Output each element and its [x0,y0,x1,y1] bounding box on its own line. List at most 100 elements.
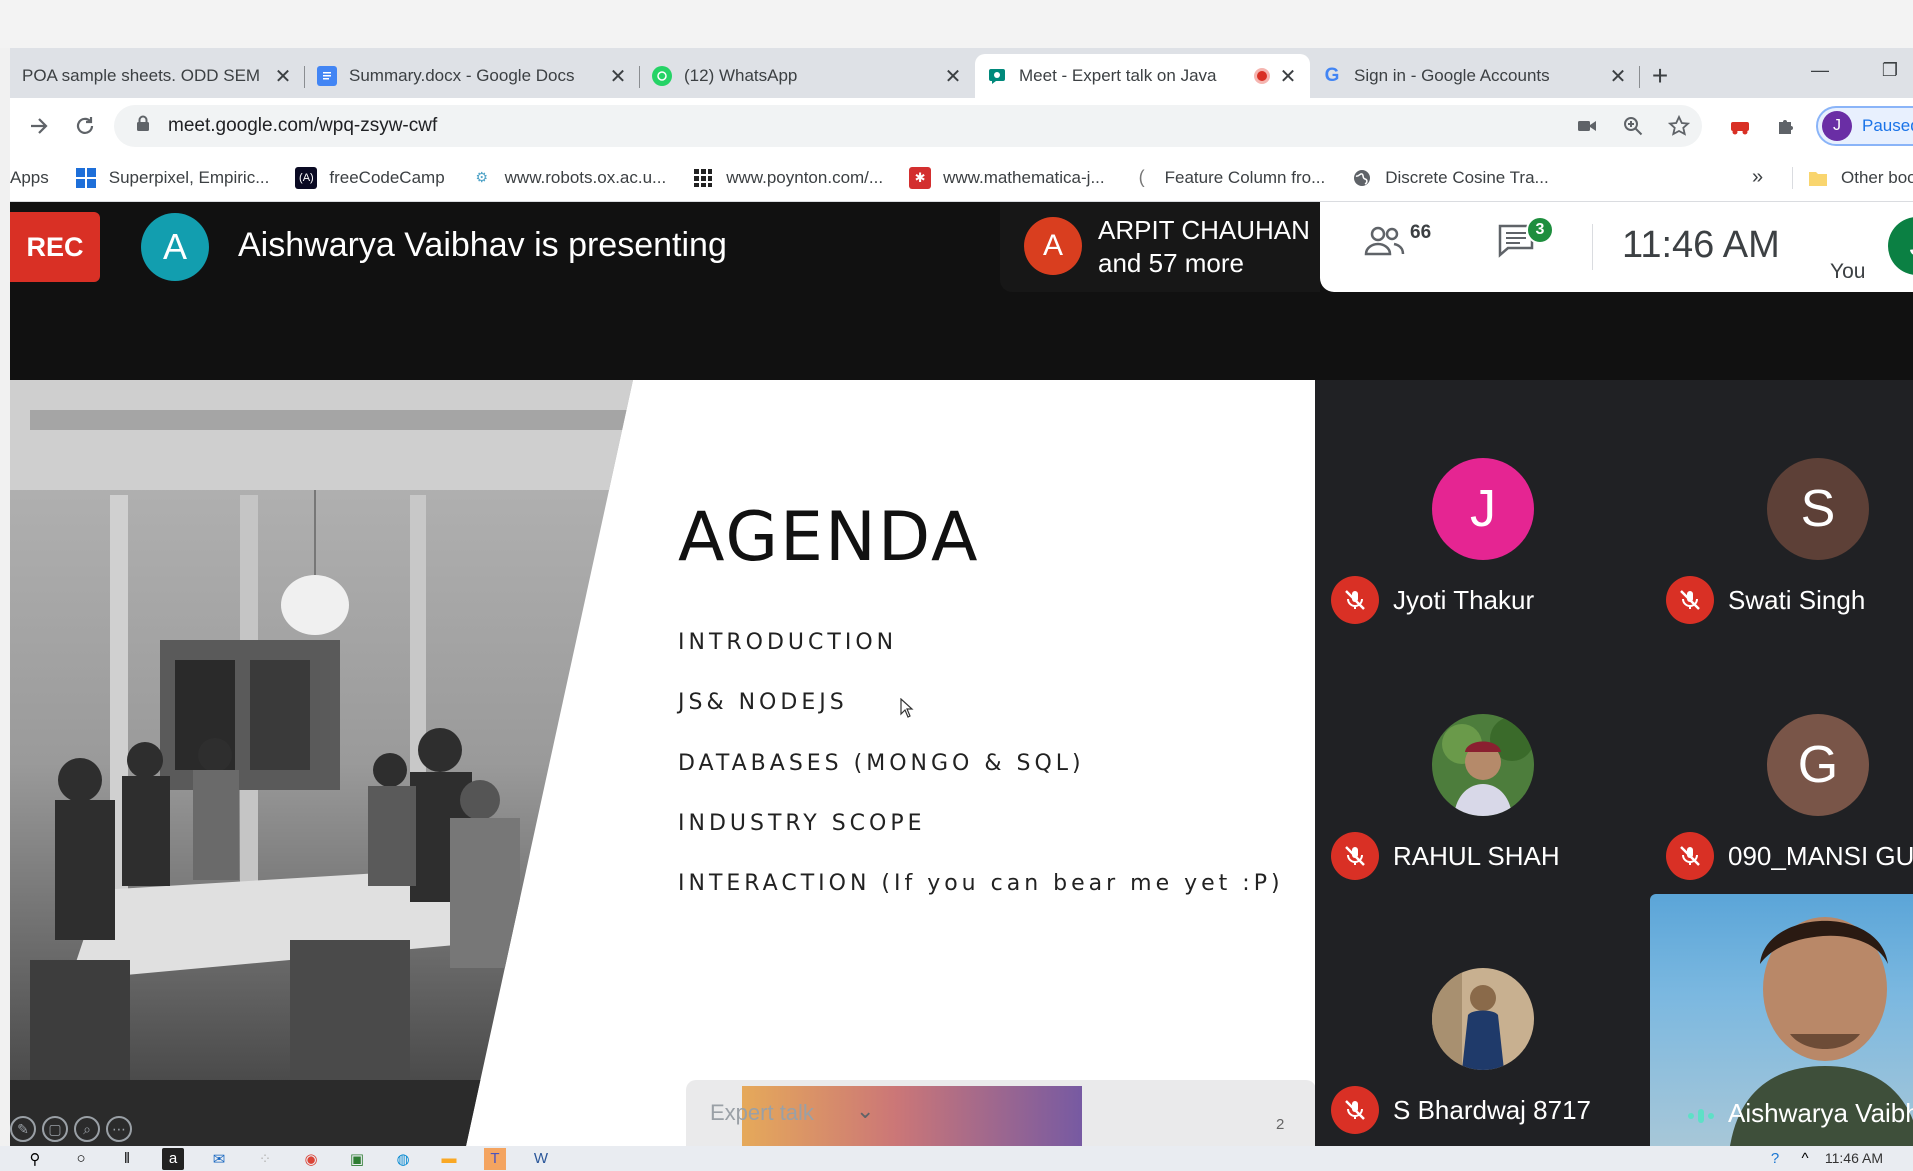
page-number: 2 [1276,1116,1285,1133]
chrome-icon[interactable]: ◉ [300,1148,322,1170]
reload-button[interactable] [62,103,108,149]
speaker-line2: and 57 more [1098,248,1244,278]
windows-grid-icon [75,167,97,189]
bookmark-mathematica[interactable]: ✱ www.mathematica-j... [909,166,1105,189]
window-top-gap [0,0,1913,48]
screen: { "browser": { "tabs": [ {"title": "POA … [0,0,1913,1171]
bookmark-label: Feature Column fro... [1164,167,1326,187]
address-bar[interactable]: meet.google.com/wpq-zsyw-cwf [114,105,1702,147]
camera-icon[interactable] [1564,105,1610,147]
bookmark-label: www.mathematica-j... [943,167,1105,187]
self-avatar[interactable]: J [1888,217,1913,275]
bookmark-superpixel[interactable]: Superpixel, Empiric... [75,167,269,189]
chevron-down-icon[interactable]: ⌄ [856,1098,874,1124]
mic-off-icon [1666,576,1714,624]
os-taskbar: ⚲ ○ ‖ a ✉ ⁘ ◉ ▣ ◍ ▬ T W ? ^ 11:46 AM [0,1146,1913,1171]
meeting-time: 11:46 AM [1622,224,1780,266]
magnify-icon[interactable]: ⌕ [74,1116,100,1142]
whatsapp-icon [652,66,672,86]
extension-red-icon[interactable] [1724,110,1756,142]
star-icon[interactable] [1656,105,1702,147]
tab-google-docs[interactable]: Summary.docx - Google Docs ✕ [305,54,640,98]
bookmarks-more-button[interactable]: » [1752,166,1763,189]
close-icon[interactable]: ✕ [943,64,963,89]
participant-avatar: G [1767,714,1869,816]
mic-off-icon [1331,1086,1379,1134]
tab-poa-sheets[interactable]: POA sample sheets. ODD SEM ✕ [10,54,305,98]
browser-toolbar: meet.google.com/wpq-zsyw-cwf J Paused [10,98,1913,154]
profile-status: Paused [1862,116,1913,135]
close-icon[interactable]: ✕ [1608,64,1628,89]
office-meeting-photo [10,380,633,1146]
google-docs-icon [317,66,337,86]
google-meet-icon [987,66,1007,86]
mic-off-icon [1666,832,1714,880]
grid-dots-icon [692,167,714,189]
people-button[interactable] [1364,224,1406,268]
amazon-icon[interactable]: a [162,1147,184,1170]
participant-photo [1432,714,1534,816]
minimize-button[interactable]: — [1790,48,1850,92]
speaker-name: ARPIT CHAUHAN and 57 more [1098,214,1310,280]
close-icon[interactable]: ✕ [608,64,628,89]
bookmark-label: Other book [1841,167,1913,187]
participant-tile[interactable]: G 090_MANSI GUI [1650,636,1913,892]
presenter-video-tile[interactable]: Aishwarya Vaibh [1650,894,1913,1146]
edge-icon[interactable]: ◍ [392,1148,414,1170]
task-view-icon[interactable]: ‖ [116,1148,138,1170]
system-clock: 11:46 AM [1824,1150,1883,1166]
bookmark-robots[interactable]: ⚙ www.robots.ox.ac.u... [471,167,666,189]
recording-badge: REC [10,212,100,282]
participant-count: 66 [1410,222,1432,243]
file-explorer-icon[interactable]: ▬ [438,1148,460,1170]
app-grid-icon[interactable]: ⁘ [254,1148,276,1170]
word-icon[interactable]: W [530,1148,552,1170]
participant-avatar: S [1767,458,1869,560]
forward-button[interactable] [16,103,62,149]
chevron-up-icon[interactable]: ^ [1794,1148,1816,1170]
restore-button[interactable]: ❐ [1860,48,1913,92]
mail-icon[interactable]: ✉ [208,1148,230,1170]
close-icon[interactable]: ✕ [273,64,293,89]
bookmark-poynton[interactable]: www.poynton.com/... [692,167,883,189]
google-g-icon: G [1324,65,1340,86]
participant-tile[interactable]: S Swati Singh [1650,380,1913,636]
tab-whatsapp[interactable]: (12) WhatsApp ✕ [640,54,975,98]
bookmark-label: freeCodeCamp [329,167,445,187]
participant-name: Jyoti Thakur [1393,585,1535,615]
tab-google-accounts[interactable]: G Sign in - Google Accounts ✕ [1310,54,1640,98]
bookmark-freecodecamp[interactable]: (A) freeCodeCamp [295,166,445,189]
bookmark-dct[interactable]: Discrete Cosine Tra... [1351,167,1549,189]
help-icon[interactable]: ? [1764,1148,1786,1170]
pen-icon[interactable]: ✎ [10,1116,36,1142]
tab-meet[interactable]: Meet - Expert talk on Java ✕ [975,54,1310,98]
bookmark-feature-column[interactable]: ( Feature Column fro... [1131,167,1326,189]
mic-off-icon [1331,576,1379,624]
new-tab-button[interactable]: + [1640,54,1680,98]
mouse-cursor-icon [900,697,914,723]
close-icon[interactable]: ✕ [1278,64,1298,89]
participant-tile[interactable]: J Jyoti Thakur [1315,380,1650,636]
puzzle-icon[interactable] [1770,110,1802,142]
profile-button[interactable]: J Paused [1816,106,1913,146]
participant-tile[interactable]: RAHUL SHAH [1315,636,1650,892]
agenda-item: INTERACTION (If you can bear me yet :P) [678,871,1284,896]
mic-off-icon [1331,832,1379,880]
bookmark-apps[interactable]: Apps [10,168,49,188]
zoom-icon[interactable] [1610,105,1656,147]
agenda-item: DATABASES (MONGO & SQL) [678,751,1085,776]
bookmark-label: Discrete Cosine Tra... [1385,167,1549,187]
participant-tile[interactable]: S Bhardwaj 8717 [1315,890,1650,1146]
participant-name: RAHUL SHAH [1393,841,1560,871]
more-icon[interactable]: ⋯ [106,1116,132,1142]
copy-icon[interactable]: ▢ [42,1116,68,1142]
teams-icon[interactable]: T [484,1147,506,1170]
mathematica-icon: ✱ [909,166,932,189]
search-icon[interactable]: ⚲ [24,1148,46,1170]
app-icon[interactable]: ▣ [346,1148,368,1170]
cortana-icon[interactable]: ○ [70,1148,92,1170]
other-bookmarks[interactable]: Other book [1792,166,1913,189]
speaker-line1: ARPIT CHAUHAN [1098,215,1310,245]
participant-name: Aishwarya Vaibh [1728,1098,1913,1128]
people-icon [1364,226,1405,256]
